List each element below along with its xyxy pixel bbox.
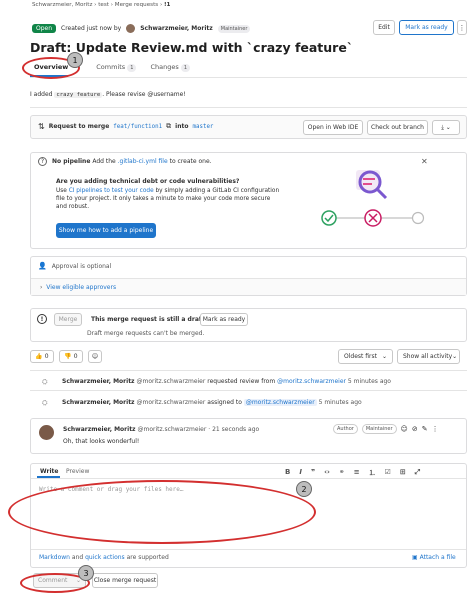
annotation-marker-1: 1 (67, 52, 83, 68)
numbered-list-icon[interactable]: ⒈ (369, 468, 376, 478)
activity-item: Schwarzmeier, Moritz @moritz.schwarzmeie… (62, 399, 362, 406)
ci-file-link[interactable]: .gitlab-ci.yml file (118, 158, 168, 165)
download-icon: ⤓ (441, 123, 444, 131)
table-icon[interactable]: ⊞ (400, 468, 406, 478)
tab-commits[interactable]: Commits 1 (96, 63, 137, 72)
smiley-icon[interactable]: ☺ (401, 425, 408, 433)
pipeline-body: Use CI pipelines to test your code by si… (56, 188, 280, 210)
status-badge: Open (32, 24, 57, 33)
sort-dropdown[interactable]: Oldest first ⌄ (338, 349, 393, 364)
user-icon: ⛭ (42, 378, 48, 386)
merge-request-icon: ⇅ (38, 122, 45, 131)
markdown-toolbar: B I ❞ ‹› ⚭ ≡ ⒈ ☑ ⊞ ⤢ (285, 468, 420, 478)
attach-icon: ▣ (412, 554, 418, 561)
activity-filter-dropdown[interactable]: Show all activity ⌄ (397, 349, 460, 364)
annotation-marker-3: 3 (78, 565, 94, 581)
avatar[interactable] (39, 425, 54, 440)
add-reaction-button[interactable]: ☺ (88, 350, 102, 363)
role-badge: Maintainer (217, 24, 251, 33)
more-actions-button[interactable]: ⋮ (457, 20, 467, 35)
mr-meta: Open Created just now by Schwarzmeier, M… (32, 24, 251, 33)
divider (31, 549, 466, 550)
smiley-icon: ☺ (91, 353, 99, 360)
annotation-marker-2: 2 (296, 481, 312, 497)
merge-button[interactable]: Merge (54, 313, 82, 326)
pipeline-heading: Are you adding technical debt or code vu… (56, 178, 240, 185)
comment-actions: Author Maintainer ☺ ⊘ ✎ ⋮ (333, 424, 439, 434)
thumbs-down-button[interactable]: 👎 0 (59, 350, 83, 363)
copy-icon[interactable]: ⧉ (166, 122, 171, 131)
created-text: Created just now by (61, 25, 122, 32)
chevron-down-icon: ⌄ (445, 124, 451, 131)
author-link[interactable]: Schwarzmeier, Moritz (140, 25, 213, 32)
quote-icon[interactable]: ❞ (311, 468, 315, 478)
mark-as-ready-button[interactable]: Mark as ready (399, 20, 454, 35)
breadcrumb: Schwarzmeier, Moritz › test › Merge requ… (32, 2, 171, 8)
breadcrumb-item[interactable]: Schwarzmeier, Moritz (32, 2, 92, 8)
activity-item: Schwarzmeier, Moritz @moritz.schwarzmeie… (62, 378, 391, 385)
avatar (126, 24, 136, 33)
source-branch-link[interactable]: feat/function1 (113, 124, 162, 130)
breadcrumb-item[interactable]: Merge requests (115, 2, 158, 8)
question-icon: ? (38, 157, 47, 166)
chevron-right-icon: › (40, 284, 43, 291)
no-pipeline-text: No pipeline Add the .gitlab-ci.yml file … (52, 158, 212, 165)
annotation-ellipse-2 (8, 480, 316, 544)
mark-as-ready-button-2[interactable]: Mark as ready (200, 313, 248, 326)
request-to-merge: ⇅ Request to merge feat/function1 ⧉ into… (38, 122, 214, 131)
thumbs-up-icon: 👍 (35, 353, 43, 360)
target-branch-link[interactable]: master (192, 124, 213, 130)
markdown-link[interactable]: Markdown (39, 554, 70, 561)
comment-body: Oh, that looks wonderful! (63, 438, 140, 445)
kebab-icon: ⋮ (458, 23, 466, 32)
edit-button[interactable]: Edit (373, 20, 395, 35)
draft-text: This merge request is still a draft. (91, 316, 207, 323)
check-out-branch-button[interactable]: Check out branch (367, 120, 428, 135)
tab-write[interactable]: Write (40, 468, 58, 475)
divider (30, 390, 467, 391)
resolve-icon[interactable]: ⊘ (412, 425, 418, 433)
cant-merge-text: Draft merge requests can't be merged. (87, 330, 205, 337)
divider (30, 107, 467, 108)
bold-icon[interactable]: B (285, 468, 290, 478)
maintainer-badge: Maintainer (361, 424, 397, 434)
divider (30, 370, 467, 371)
alert-icon: ! (37, 314, 47, 324)
view-eligible-approvers[interactable]: › View eligible approvers (40, 284, 116, 291)
list-icon[interactable]: ≡ (354, 468, 360, 478)
chevron-down-icon: ⌄ (381, 353, 387, 360)
italic-icon[interactable]: I (299, 468, 302, 478)
open-in-web-ide-button[interactable]: Open in Web IDE (303, 120, 363, 135)
comment-header: Schwarzmeier, Moritz @moritz.schwarzmeie… (63, 426, 260, 433)
fullscreen-icon[interactable]: ⤢ (415, 468, 421, 478)
tab-changes[interactable]: Changes 1 (150, 63, 190, 72)
download-dropdown[interactable]: ⤓ ⌄ (432, 120, 460, 135)
kebab-icon[interactable]: ⋮ (432, 425, 439, 433)
breadcrumb-item[interactable]: !1 (164, 2, 170, 8)
chevron-down-icon: ⌄ (452, 353, 458, 360)
breadcrumb-item[interactable]: test (98, 2, 109, 8)
divider (31, 478, 466, 479)
description: I added crazy feature. Please revise @us… (30, 91, 186, 98)
thumbs-down-icon: 👎 (64, 353, 72, 360)
user-icon: ⛭ (42, 399, 48, 407)
close-merge-request-button[interactable]: Close merge request (92, 573, 158, 588)
task-list-icon[interactable]: ☑ (385, 468, 391, 478)
link-icon[interactable]: ⚭ (339, 468, 345, 478)
code-icon[interactable]: ‹› (324, 468, 330, 478)
markdown-hint: Markdown and quick actions are supported (39, 554, 169, 561)
quick-actions-link[interactable]: quick actions (85, 554, 125, 561)
edit-pencil-icon[interactable]: ✎ (422, 425, 428, 433)
divider (30, 77, 467, 78)
add-pipeline-button[interactable]: Show me how to add a pipeline (56, 223, 156, 238)
approval-optional: 👤 Approval is optional (38, 262, 112, 270)
thumbs-up-button[interactable]: 👍 0 (30, 350, 54, 363)
ci-pipelines-link[interactable]: CI pipelines to test your code (69, 188, 154, 194)
attach-file-button[interactable]: ▣ Attach a file (412, 554, 456, 561)
tab-preview[interactable]: Preview (66, 468, 89, 475)
approval-icon: 👤 (38, 262, 47, 270)
pipeline-illustration-icon (321, 170, 425, 227)
author-badge: Author (333, 424, 358, 434)
